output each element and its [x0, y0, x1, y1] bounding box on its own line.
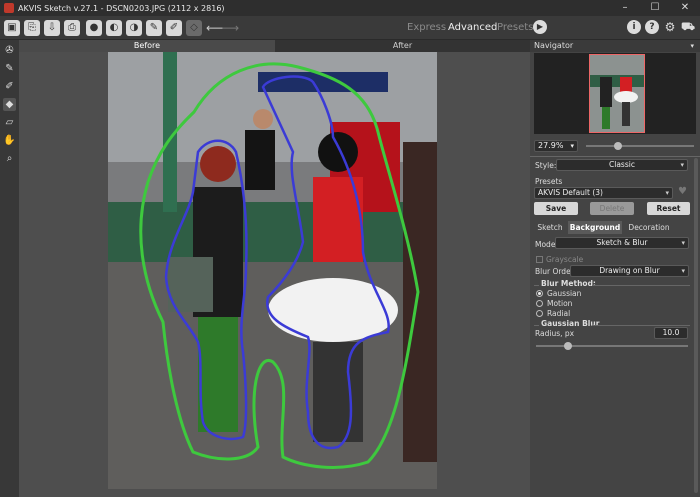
thumbnail-drawing — [590, 55, 644, 132]
batch-icon[interactable]: ● — [86, 20, 102, 36]
chevron-down-icon: ▾ — [681, 239, 685, 247]
photo-drawing — [108, 52, 437, 489]
open-file-icon[interactable]: ⎘ — [24, 20, 40, 36]
grayscale-checkbox[interactable] — [536, 256, 543, 263]
chevron-down-icon: ▾ — [665, 189, 669, 197]
divider — [592, 285, 690, 286]
panel-scrollbar[interactable] — [694, 158, 698, 493]
zoom-value: 27.9% — [538, 141, 564, 150]
blur-order-select[interactable]: Drawing on Blur ▾ — [570, 265, 689, 277]
favorite-heart-icon[interactable]: ♥ — [678, 186, 687, 197]
mode-advanced[interactable]: Advanced — [448, 20, 497, 36]
redo-icon[interactable]: ⟶ — [222, 20, 239, 36]
divider — [534, 325, 539, 326]
sketch-brush-icon[interactable]: ◑ — [126, 20, 142, 36]
style-value: Classic — [609, 160, 635, 169]
mode-express[interactable]: Express — [407, 20, 446, 36]
presets-label: Presets — [535, 177, 563, 186]
cart-icon[interactable]: ⛟ — [681, 20, 695, 34]
undo-icon[interactable]: ⟵ — [206, 20, 223, 36]
close-button[interactable]: ✕ — [670, 0, 700, 16]
mode-select[interactable]: Sketch & Blur ▾ — [555, 237, 689, 249]
eraser-tool-icon[interactable]: ◆ — [3, 98, 16, 111]
right-panel: Navigator ▾ 27.9% ▾ Style: Classic ▾ Preset… — [530, 40, 700, 497]
chevron-down-icon: ▾ — [681, 267, 685, 275]
radio-radial[interactable] — [536, 310, 543, 317]
tab-sketch[interactable]: Sketch — [534, 221, 566, 234]
minimize-button[interactable]: – — [610, 0, 640, 16]
zoom-dropdown-icon: ▾ — [570, 142, 574, 150]
canvas-tabs: Before After — [19, 40, 530, 52]
tab-after[interactable]: After — [275, 40, 530, 52]
pencil-icon[interactable]: ✐ — [166, 20, 182, 36]
image-canvas[interactable] — [19, 52, 530, 497]
preset-value: AKVIS Default (3) — [538, 188, 603, 197]
zoom-slider-track[interactable] — [586, 145, 694, 147]
style-label: Style: — [535, 161, 557, 170]
help-icon[interactable]: ? — [645, 20, 659, 34]
radius-label: Radius, px — [535, 329, 575, 338]
motion-label: Motion — [547, 299, 573, 308]
app-logo-icon — [4, 3, 14, 13]
background-guide-icon[interactable]: ✐ — [3, 80, 16, 93]
blur-method-label: Blur Method: — [541, 279, 596, 288]
maximize-button[interactable]: ☐ — [640, 0, 670, 16]
preset-select[interactable]: AKVIS Default (3) ▾ — [534, 187, 673, 199]
print-icon[interactable]: ⎙ — [64, 20, 80, 36]
navigator-preview[interactable] — [534, 53, 696, 134]
tab-decoration[interactable]: Decoration — [624, 221, 674, 234]
divider — [534, 285, 539, 286]
disabled-tool-icon: ◇ — [186, 20, 202, 36]
grayscale-label: Grayscale — [546, 255, 584, 264]
gaussian-label: Gaussian — [547, 289, 582, 298]
run-button[interactable]: ▶ — [533, 20, 547, 34]
zoom-tool-icon[interactable]: ⌕ — [3, 152, 16, 165]
delete-preset-button[interactable]: Delete — [590, 202, 634, 215]
radius-slider-track[interactable] — [536, 345, 688, 347]
open-icon[interactable]: ▣ — [4, 20, 20, 36]
divider — [530, 156, 700, 157]
radius-slider-knob[interactable] — [564, 342, 572, 350]
mode-presets[interactable]: Presets — [497, 20, 533, 36]
tab-before[interactable]: Before — [19, 40, 275, 52]
gear-icon[interactable]: ⚙ — [663, 20, 677, 34]
erase-tool-icon[interactable]: ▱ — [3, 116, 16, 129]
stroke-tool-icon[interactable]: ✇ — [3, 44, 16, 57]
divider — [592, 325, 690, 326]
eraser-icon[interactable]: ✎ — [146, 20, 162, 36]
save-preset-button[interactable]: Save — [534, 202, 578, 215]
navigator-title: Navigator — [534, 41, 574, 50]
left-toolbar: ✇ ✎ ✐ ◆ ▱ ✋ ⌕ — [0, 40, 19, 497]
zoom-slider-knob[interactable] — [614, 142, 622, 150]
tab-background[interactable]: Background — [568, 221, 622, 234]
radio-gaussian[interactable] — [536, 290, 543, 297]
chevron-down-icon: ▾ — [680, 161, 684, 169]
gaussian-blur-title: Gaussian Blur — [541, 319, 600, 328]
reset-preset-button[interactable]: Reset — [647, 202, 690, 215]
navigator-header: Navigator ▾ — [530, 40, 700, 52]
mode-value: Sketch & Blur — [596, 238, 648, 247]
radio-motion[interactable] — [536, 300, 543, 307]
collapse-icon[interactable]: ▾ — [690, 40, 694, 52]
window-title: AKVIS Sketch v.27.1 - DSCN0203.JPG (2112… — [18, 3, 225, 13]
navigator-thumbnail[interactable] — [589, 54, 645, 133]
save-icon[interactable]: ⇩ — [44, 20, 60, 36]
photo — [108, 52, 437, 489]
zoom-field[interactable]: 27.9% ▾ — [534, 140, 578, 152]
sketch-guide-icon[interactable]: ✎ — [3, 62, 16, 75]
hand-tool-icon[interactable]: ✋ — [3, 134, 16, 147]
radial-label: Radial — [547, 309, 571, 318]
background-brush-icon[interactable]: ◐ — [106, 20, 122, 36]
main-toolbar: ▣ ⎘ ⇩ ⎙ ● ◐ ◑ ✎ ✐ ◇ ⟵ ⟶ Express Advanced… — [0, 16, 700, 40]
info-icon[interactable]: i — [627, 20, 641, 34]
style-select[interactable]: Classic ▾ — [556, 159, 688, 171]
radius-input[interactable]: 10.0 — [654, 327, 688, 339]
blur-order-value: Drawing on Blur — [599, 266, 660, 275]
title-bar: AKVIS Sketch v.27.1 - DSCN0203.JPG (2112… — [0, 0, 700, 16]
